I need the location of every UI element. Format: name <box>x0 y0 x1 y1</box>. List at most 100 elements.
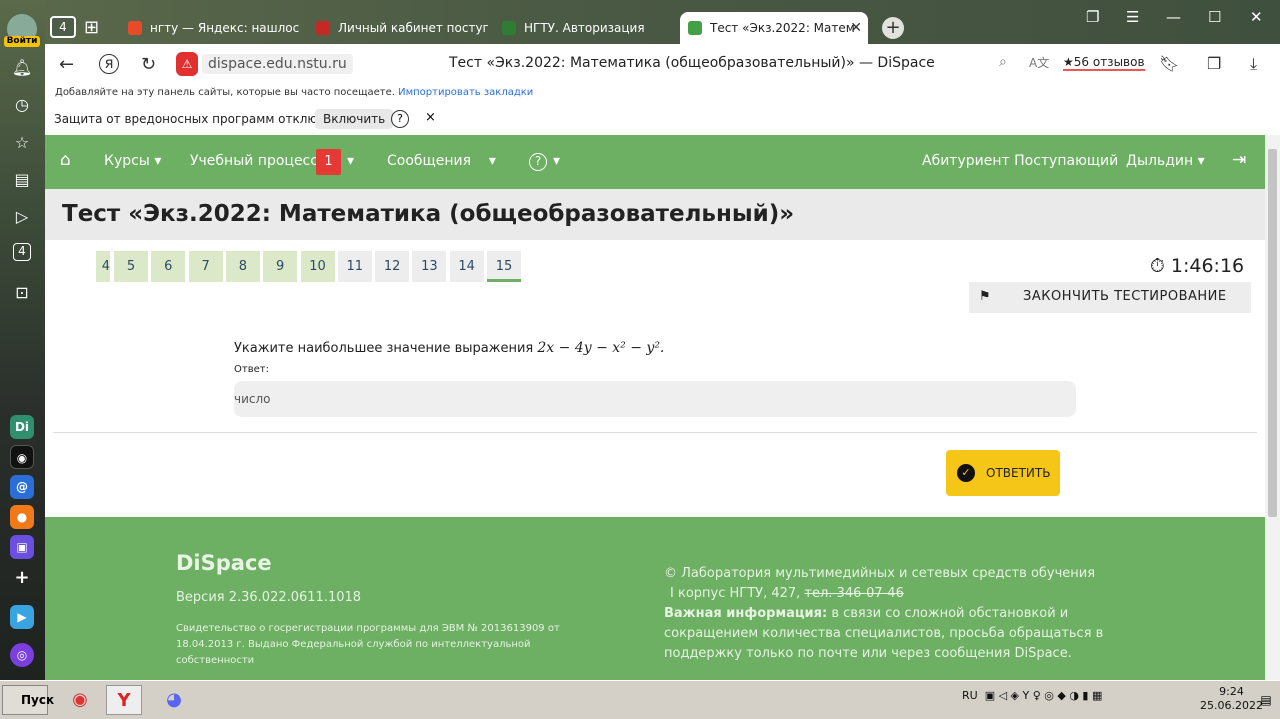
process-menu[interactable]: Учебный процесс <box>190 153 318 169</box>
app-mail-icon[interactable]: @ <box>10 475 34 499</box>
app-alice-icon[interactable]: ◉ <box>10 445 34 469</box>
history-icon[interactable]: ◷ <box>10 93 34 117</box>
collections-icon[interactable]: ▤ <box>10 168 34 192</box>
home-icon[interactable]: ⌂ <box>60 150 71 170</box>
footer-brand: DiSpace <box>176 551 272 575</box>
reload-icon[interactable]: ↻ <box>141 54 156 75</box>
messages-label: Сообщения <box>387 153 472 169</box>
question-link-12[interactable]: 12 <box>375 251 410 282</box>
star-icon[interactable]: ☆ <box>10 131 34 155</box>
chevron-down-icon[interactable]: ▾ <box>553 153 560 169</box>
import-bookmarks-link[interactable]: Импортировать закладки <box>398 87 533 98</box>
divider <box>53 432 1257 433</box>
user-menu[interactable]: Дыльдин ▾ <box>1126 153 1205 169</box>
footer: DiSpace Версия 2.36.022.0611.1018 Свидет… <box>45 517 1265 680</box>
messages-menu[interactable]: Сообщения ▾ <box>387 153 496 169</box>
answer-input[interactable]: число <box>234 381 1076 417</box>
question-link-11[interactable]: 11 <box>337 251 372 282</box>
question-link-8[interactable]: 8 <box>225 251 260 282</box>
translate-icon[interactable]: A文 <box>1029 54 1049 71</box>
yandex-icon[interactable]: я <box>99 54 119 74</box>
close-tab-icon[interactable]: ✕ <box>850 12 862 44</box>
logout-icon[interactable]: ⇥ <box>1232 150 1246 170</box>
app-alice-voice-icon[interactable]: ◎ <box>10 643 34 667</box>
math-expression: 2x − 4y − x² − y². <box>537 340 665 356</box>
page-title-bar: Тест «Экз.2022: Математика (общеобразова… <box>449 55 935 71</box>
new-group-icon[interactable]: ⊞ <box>84 17 99 38</box>
scroll-thumb[interactable] <box>1268 149 1277 517</box>
tab-title: Тест «Экз.2022: Матем <box>710 21 855 35</box>
tab-auth[interactable]: НГТУ. Авторизация <box>494 12 674 44</box>
bookmarks-hint-text: Добавляйте на эту панель сайты, которые … <box>55 87 395 98</box>
app-dispace-icon[interactable]: Di <box>10 415 34 439</box>
chrome-icon[interactable]: ◉ <box>62 685 98 715</box>
address-text: I корпус НГТУ, 427, <box>670 586 801 601</box>
play-icon[interactable]: ▷ <box>10 205 34 229</box>
tab-test-active[interactable]: Тест «Экз.2022: Матем ✕ <box>680 12 868 44</box>
back-icon[interactable]: ← <box>59 54 74 75</box>
question-link-15[interactable]: 15 <box>487 251 521 282</box>
flag-icon: ⚑ <box>979 289 992 304</box>
app-browser-icon[interactable]: ● <box>10 505 34 529</box>
collections-icon[interactable]: ❒ <box>1207 54 1221 73</box>
reviews-badge[interactable]: ★56 отзывов <box>1063 55 1145 71</box>
question-link-10[interactable]: 10 <box>300 251 335 282</box>
tab-yandex[interactable]: нгту — Яндекс: нашлось <box>120 12 300 44</box>
tabs-count-icon[interactable]: 4 <box>13 243 31 261</box>
login-badge[interactable]: Войти <box>4 36 40 47</box>
question-link-13[interactable]: 13 <box>412 251 447 282</box>
address-bar: ← я ↻ ⚠ dispace.edu.nstu.ru Тест «Экз.20… <box>45 44 1280 84</box>
screenshot-icon[interactable]: ⊡ <box>10 281 34 305</box>
tab-cabinet[interactable]: Личный кабинет поступа <box>308 12 488 44</box>
bell-icon[interactable]: 🔔︎ <box>10 56 34 80</box>
discord-icon[interactable]: ◕ <box>156 685 192 715</box>
notification-badge[interactable]: 1 <box>316 149 341 175</box>
timer-value: 1:46:16 <box>1170 255 1245 277</box>
chevron-down-icon[interactable]: ▾ <box>347 153 354 169</box>
important-label: Важная информация: <box>664 606 828 621</box>
user-role[interactable]: Абитуриент Поступающий <box>922 153 1118 169</box>
answer-placeholder: число <box>234 392 271 406</box>
help-icon[interactable]: ? <box>391 110 409 128</box>
clock[interactable]: 9:24 25.06.2022 <box>1200 685 1263 713</box>
enable-protection-button[interactable]: Включить <box>315 109 394 129</box>
footer-important: Важная информация: в связи со сложной об… <box>664 604 1104 664</box>
question-link-5[interactable]: 5 <box>114 251 148 282</box>
app-music-icon[interactable]: ▶ <box>10 605 34 629</box>
url-domain[interactable]: dispace.edu.nstu.ru <box>202 54 353 74</box>
notification-icon[interactable]: ▤ <box>1256 685 1276 715</box>
check-icon: ✓ <box>957 464 975 482</box>
question-link-14[interactable]: 14 <box>449 251 484 282</box>
language-indicator[interactable]: RU <box>962 689 978 702</box>
start-button[interactable]: Пуск <box>2 685 54 715</box>
tab-group-counter[interactable]: 4 <box>50 16 76 38</box>
question-link-7[interactable]: 7 <box>188 251 223 282</box>
finish-test-button[interactable]: ⚑ ЗАКОНЧИТЬ ТЕСТИРОВАНИЕ <box>969 282 1251 313</box>
taskbar: Пуск ◉ Y ◕ RU ▣ ◁ ◈ Y ♀ ◎ ◆ ◑ ▮ ▦ 9:24 25… <box>0 680 1280 719</box>
help-icon[interactable]: ? <box>529 153 547 171</box>
system-tray: RU ▣ ◁ ◈ Y ♀ ◎ ◆ ◑ ▮ ▦ <box>962 689 1103 702</box>
maximize-icon[interactable]: ☐ <box>1208 8 1221 26</box>
minimize-icon[interactable]: — <box>1166 8 1181 26</box>
tab-title: НГТУ. Авторизация <box>524 21 645 35</box>
courses-menu[interactable]: Курсы ▾ <box>104 153 161 169</box>
tab-manager-icon[interactable]: ❐ <box>1086 8 1099 26</box>
search-icon[interactable]: ⌕ <box>999 54 1007 70</box>
menu-icon[interactable]: ☰ <box>1126 8 1139 26</box>
question-link[interactable]: 4 <box>96 251 110 282</box>
insecure-lock-icon[interactable]: ⚠ <box>176 52 198 76</box>
app-messenger-icon[interactable]: ▣ <box>10 535 34 559</box>
tab-title: Личный кабинет поступа <box>338 21 488 35</box>
question-link-6[interactable]: 6 <box>151 251 186 282</box>
new-tab-button[interactable]: + <box>882 17 904 39</box>
footer-contacts: © Лаборатория мультимедийных и сетевых с… <box>664 564 1104 664</box>
add-app-icon[interactable]: + <box>10 566 34 590</box>
submit-answer-button[interactable]: ✓ ОТВЕТИТЬ <box>946 450 1060 496</box>
question-link-9[interactable]: 9 <box>263 251 298 282</box>
close-window-icon[interactable]: ✕ <box>1250 8 1263 26</box>
download-icon[interactable]: ⤓ <box>1250 54 1257 74</box>
yandex-browser-icon[interactable]: Y <box>106 685 142 715</box>
page-scrollbar[interactable] <box>1265 135 1280 680</box>
bookmark-icon[interactable]: 🔖︎ <box>1159 54 1179 73</box>
close-icon[interactable]: × <box>425 110 436 125</box>
